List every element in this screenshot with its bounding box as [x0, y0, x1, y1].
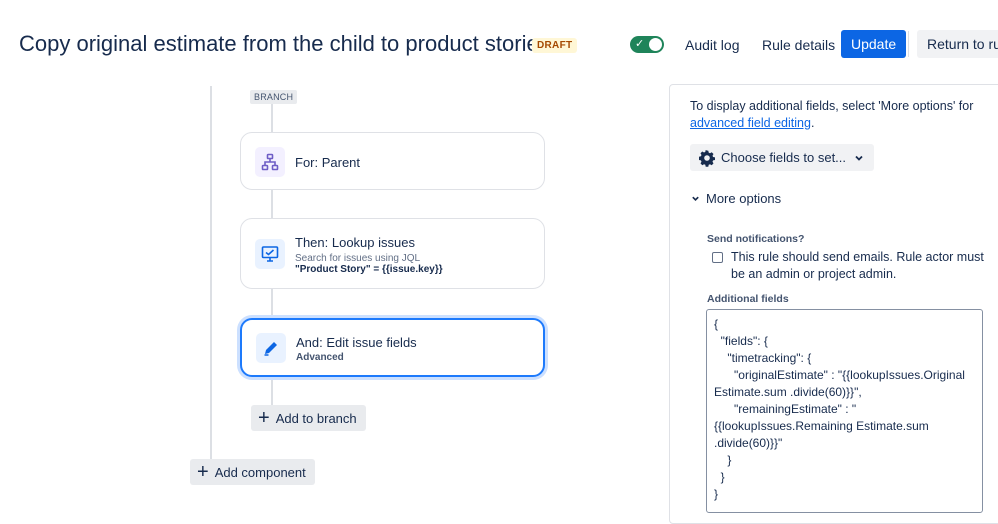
panel-intro-end: . [810, 116, 815, 130]
rule-details-button[interactable]: Rule details [762, 37, 835, 53]
send-notifications-label: Send notifications? [707, 233, 805, 245]
add-component-button[interactable]: + Add component [190, 459, 315, 485]
step-card-edit-issue-fields[interactable]: And: Edit issue fields Advanced [240, 318, 545, 377]
rule-enabled-toggle[interactable]: ✓ [630, 36, 664, 53]
step-title: And: Edit issue fields [296, 335, 417, 350]
panel-intro-text: To display additional fields, select 'Mo… [690, 99, 974, 113]
flow-connector-outer [210, 86, 212, 460]
add-to-branch-label: Add to branch [275, 410, 357, 426]
choose-fields-button[interactable]: Choose fields to set... [690, 144, 875, 171]
pencil-icon [256, 333, 286, 363]
draft-badge: DRAFT [532, 38, 578, 53]
step-title: Then: Lookup issues [295, 235, 415, 250]
more-options-label: More options [706, 191, 782, 206]
add-component-label: Add component [214, 464, 306, 480]
choose-fields-label: Choose fields to set... [721, 150, 847, 165]
send-notifications-checkbox[interactable] [712, 252, 723, 263]
gear-icon [698, 149, 716, 167]
step-card-lookup-issues[interactable]: Then: Lookup issues Search for issues us… [240, 218, 545, 289]
step-jql: "Product Story" = {{issue.key}} [295, 264, 443, 275]
step-title: For: Parent [295, 155, 361, 170]
step-subtitle: Search for issues using JQL [295, 253, 421, 264]
step-subtitle: Advanced [296, 352, 344, 363]
more-options-toggle[interactable]: More options [691, 191, 781, 206]
chevron-down-icon [691, 194, 700, 203]
audit-log-button[interactable]: Audit log [685, 37, 739, 53]
add-to-branch-button[interactable]: + Add to branch [251, 405, 366, 431]
plus-icon: + [258, 407, 270, 429]
check-icon: ✓ [635, 38, 645, 50]
send-notifications-text: This rule should send emails. Rule actor… [731, 250, 984, 281]
toggle-knob [649, 38, 662, 51]
additional-fields-textarea[interactable]: { "fields": { "timetracking": { "origina… [706, 309, 983, 513]
monitor-icon [255, 239, 285, 269]
hierarchy-icon [255, 147, 285, 177]
page-title: Copy original estimate from the child to… [19, 31, 550, 56]
step-card-for-parent[interactable]: For: Parent [240, 132, 545, 190]
plus-icon: + [197, 461, 209, 483]
update-button[interactable]: Update [841, 30, 907, 58]
advanced-field-editing-link[interactable]: advanced field editing [690, 116, 811, 130]
return-to-rules-button[interactable]: Return to rule [917, 30, 998, 58]
panel-intro: To display additional fields, select 'Mo… [690, 98, 990, 132]
branch-label: BRANCH [250, 90, 298, 104]
chevron-down-icon [854, 153, 864, 163]
additional-fields-label: Additional fields [707, 293, 789, 305]
header-divider [908, 31, 909, 57]
